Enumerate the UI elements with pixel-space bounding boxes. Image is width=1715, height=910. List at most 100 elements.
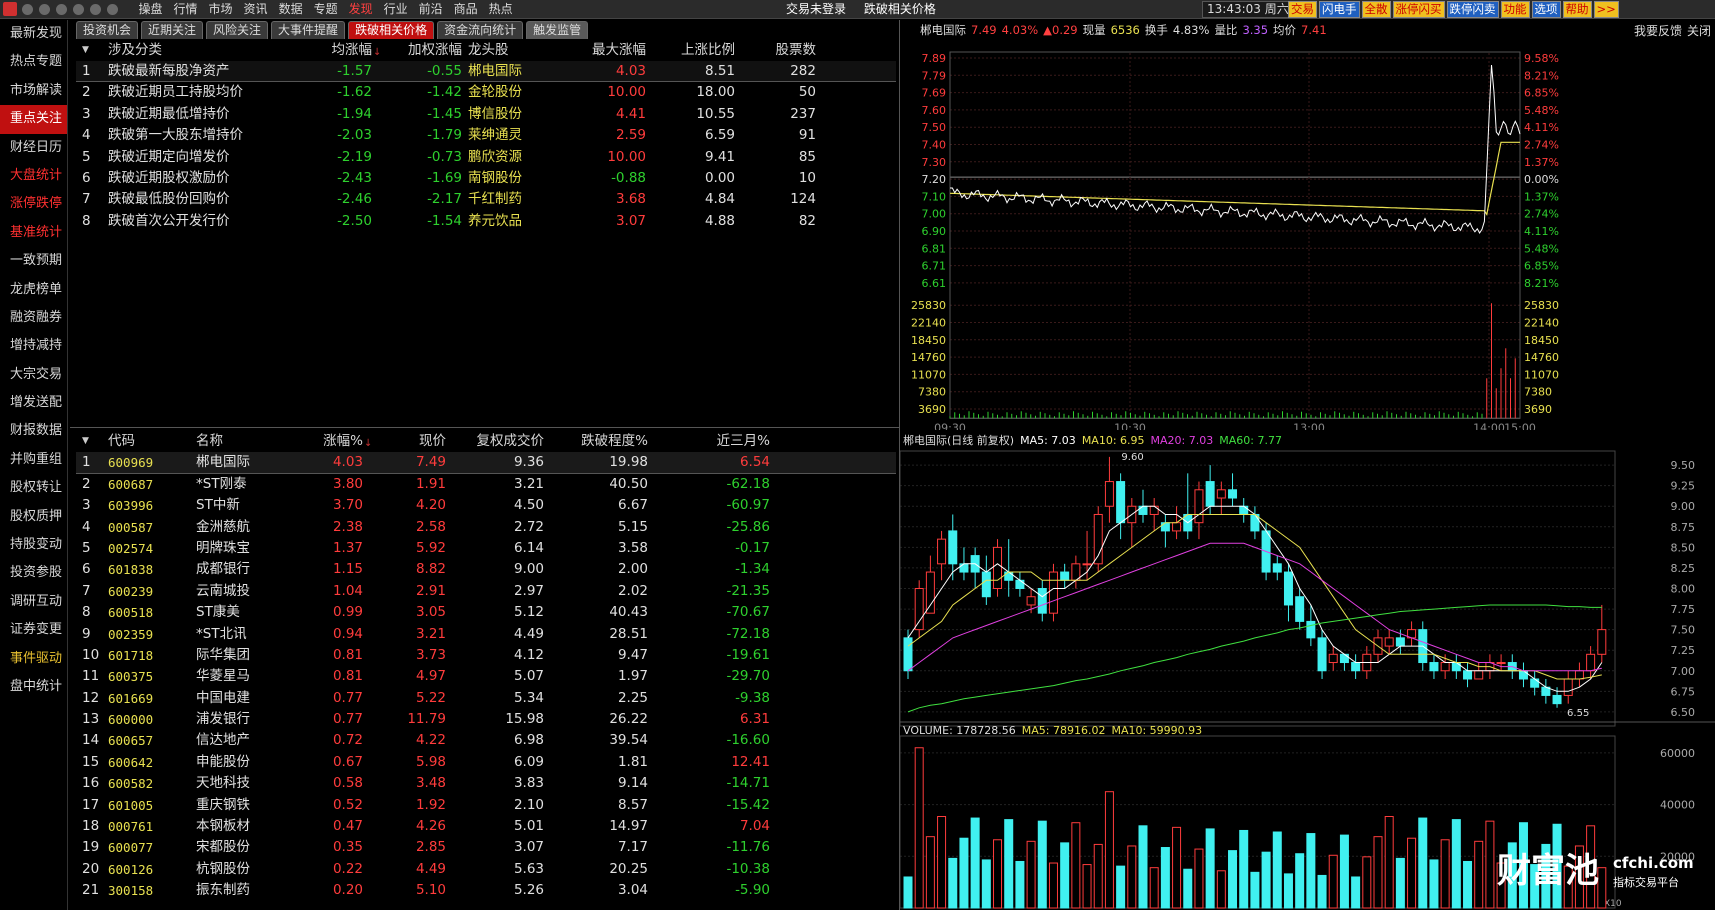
menu-item[interactable]: 热点: [483, 0, 518, 19]
column-header[interactable]: 涨幅%: [281, 431, 363, 452]
quick-button[interactable]: >>: [1593, 1, 1619, 18]
sidebar-item[interactable]: 一致预期: [0, 247, 67, 275]
column-header[interactable]: 跌破程度%: [566, 431, 648, 452]
table-row[interactable]: 1 600969 郴电国际 4.03 7.49 9.36 19.98 6.54: [76, 452, 896, 474]
column-header[interactable]: 均涨幅: [300, 40, 373, 61]
quick-button[interactable]: 闪电手: [1319, 1, 1360, 18]
menu-item[interactable]: 商品: [448, 0, 483, 19]
column-header[interactable]: 复权成交价: [461, 431, 545, 452]
table-row[interactable]: 11 600375 华菱星马 0.81 4.97 5.07 1.97 -29.70: [76, 666, 896, 687]
column-header[interactable]: 最大涨幅: [564, 40, 646, 61]
tab[interactable]: 跌破相关价格: [348, 21, 435, 39]
sidebar-item[interactable]: 持股变动: [0, 531, 67, 559]
sidebar-item[interactable]: 事件驱动: [0, 645, 67, 673]
table-row[interactable]: 3 603996 ST中新 3.70 4.20 4.50 6.67 -60.97: [76, 495, 896, 516]
sidebar-item[interactable]: 热点专题: [0, 48, 67, 76]
quick-button[interactable]: 涨停闪买: [1392, 1, 1445, 18]
menu-item[interactable]: 前沿: [413, 0, 448, 19]
collapse-icon[interactable]: ▼: [82, 431, 89, 452]
table-row[interactable]: 3 跌破近期最低增持价 -1.94 -1.45 博信股份 4.41 10.55 237: [76, 104, 896, 125]
tab[interactable]: 投资机会: [76, 21, 139, 39]
table-row[interactable]: 2 跌破近期员工持股均价 -1.62 -1.42 金轮股份 10.00 18.00 50: [76, 82, 896, 103]
tab[interactable]: 触发监管: [526, 21, 589, 39]
table-row[interactable]: 2 600687 *ST刚泰 3.80 1.91 3.21 40.50 -62.18: [76, 474, 896, 495]
sidebar-item[interactable]: 并购重组: [0, 446, 67, 474]
quick-button[interactable]: 交易: [1288, 1, 1317, 18]
window-control-icon[interactable]: [73, 4, 84, 15]
window-control-icon[interactable]: [39, 4, 50, 15]
sidebar-item[interactable]: 基准统计: [0, 219, 67, 247]
quick-button[interactable]: 帮助: [1562, 1, 1592, 18]
table-row[interactable]: 4 跌破第一大股东增持价 -2.03 -1.79 莱绅通灵 2.59 6.59 91: [76, 125, 896, 146]
sidebar-item[interactable]: 增发送配: [0, 389, 67, 417]
column-header[interactable]: 股票数: [741, 40, 817, 61]
menu-item[interactable]: 资讯: [238, 0, 273, 19]
tab[interactable]: 近期关注: [141, 21, 204, 39]
table-row[interactable]: 13 600000 浦发银行 0.77 11.79 15.98 26.22 6.31: [76, 709, 896, 730]
intraday-chart[interactable]: 郴电国际 7.49 4.03% ▲0.29 现量 6536 换手 4.83% 量比 3.35 均价 7…: [900, 20, 1715, 430]
table-row[interactable]: 19 600077 宋都股份 0.35 2.85 3.07 7.17 -11.76: [76, 837, 896, 858]
menu-item[interactable]: 发现: [343, 0, 378, 19]
table-row[interactable]: 5 跌破近期定向增发价 -2.19 -0.73 鹏欣资源 10.00 9.41 85: [76, 147, 896, 168]
menu-item[interactable]: 专题: [308, 0, 343, 19]
sidebar-item[interactable]: 大盘统计: [0, 162, 67, 190]
table-row[interactable]: 15 600642 申能股份 0.67 5.98 6.09 1.81 12.41: [76, 752, 896, 773]
sidebar-item[interactable]: 证券变更: [0, 616, 67, 644]
daily-kline-chart[interactable]: 郴电国际(日线 前复权) MA5: 7.03 MA10: 6.95 MA20: 7.0…: [900, 430, 1715, 910]
sidebar-item[interactable]: 财经日历: [0, 134, 67, 162]
sidebar-item[interactable]: 最新发现: [0, 20, 67, 48]
menu-item[interactable]: 数据: [273, 0, 308, 19]
column-header[interactable]: 现价: [366, 431, 446, 452]
quick-button[interactable]: 全散: [1361, 1, 1391, 18]
sidebar-item[interactable]: 重点关注: [0, 105, 67, 134]
table-row[interactable]: 9 002359 *ST北讯 0.94 3.21 4.49 28.51 -72.18: [76, 624, 896, 645]
quick-button[interactable]: 功能: [1500, 1, 1530, 18]
sidebar-item[interactable]: 股权质押: [0, 503, 67, 531]
column-header[interactable]: 上涨比例: [650, 40, 735, 61]
menu-item[interactable]: 市场: [203, 0, 238, 19]
table-row[interactable]: 5 002574 明牌珠宝 1.37 5.92 6.14 3.58 -0.17: [76, 538, 896, 559]
sidebar-item[interactable]: 市场解读: [0, 77, 67, 105]
menu-item[interactable]: 操盘: [133, 0, 168, 19]
window-control-icon[interactable]: [56, 4, 67, 15]
sidebar-item[interactable]: 调研互动: [0, 588, 67, 616]
feedback-button[interactable]: 我要反馈: [1634, 22, 1682, 39]
table-row[interactable]: 1 跌破最新每股净资产 -1.57 -0.55 郴电国际 4.03 8.51 282: [76, 61, 896, 83]
table-row[interactable]: 16 600582 天地科技 0.58 3.48 3.83 9.14 -14.71: [76, 773, 896, 794]
column-header[interactable]: 龙头股: [468, 40, 568, 61]
table-row[interactable]: 17 601005 重庆钢铁 0.52 1.92 2.10 8.57 -15.42: [76, 795, 896, 816]
menu-item[interactable]: 行情: [168, 0, 203, 19]
menu-item[interactable]: 行业: [378, 0, 413, 19]
table-row[interactable]: 18 000761 本钢板材 0.47 4.26 5.01 14.97 7.04: [76, 816, 896, 837]
sidebar-item[interactable]: 融资融券: [0, 304, 67, 332]
column-header[interactable]: 加权涨幅: [381, 40, 462, 61]
quick-button[interactable]: 跌停闪卖: [1446, 1, 1499, 18]
collapse-icon[interactable]: ▼: [82, 40, 89, 61]
column-header[interactable]: 近三月%: [676, 431, 770, 452]
tab[interactable]: 风险关注: [206, 21, 269, 39]
column-header[interactable]: 涉及分类: [108, 40, 328, 61]
sidebar-item[interactable]: 股权转让: [0, 474, 67, 502]
table-row[interactable]: 14 600657 信达地产 0.72 4.22 6.98 39.54 -16.60: [76, 730, 896, 751]
table-row[interactable]: 7 600239 云南城投 1.04 2.91 2.97 2.02 -21.35: [76, 581, 896, 602]
sidebar-item[interactable]: 涨停跌停: [0, 190, 67, 218]
sidebar-item[interactable]: 龙虎榜单: [0, 276, 67, 304]
quick-button[interactable]: 选项: [1531, 1, 1561, 18]
tab[interactable]: 大事件提醒: [271, 21, 346, 39]
table-row[interactable]: 6 跌破近期股权激励价 -2.43 -1.69 南钢股份 -0.88 0.00 10: [76, 168, 896, 189]
table-row[interactable]: 4 000587 金洲慈航 2.38 2.58 2.72 5.15 -25.86: [76, 517, 896, 538]
app-logo-icon[interactable]: [3, 2, 17, 16]
window-control-icon[interactable]: [90, 4, 101, 15]
sidebar-item[interactable]: 投资参股: [0, 559, 67, 587]
sidebar-item[interactable]: 财报数据: [0, 417, 67, 445]
table-row[interactable]: 20 600126 杭钢股份 0.22 4.49 5.63 20.25 -10.38: [76, 859, 896, 880]
table-row[interactable]: 8 跌破首次公开发行价 -2.50 -1.54 养元饮品 3.07 4.88 82: [76, 211, 896, 232]
sidebar-item[interactable]: 盘中统计: [0, 673, 67, 701]
login-status[interactable]: 交易未登录: [786, 2, 846, 16]
sidebar-item[interactable]: 大宗交易: [0, 361, 67, 389]
table-row[interactable]: 10 601718 际华集团 0.81 3.73 4.12 9.47 -19.61: [76, 645, 896, 666]
table-row[interactable]: 12 601669 中国电建 0.77 5.22 5.34 2.25 -9.38: [76, 688, 896, 709]
close-button[interactable]: 关闭: [1687, 22, 1711, 39]
window-control-icon[interactable]: [107, 4, 118, 15]
table-row[interactable]: 7 跌破最低股份回购价 -2.46 -2.17 千红制药 3.68 4.84 124: [76, 189, 896, 210]
